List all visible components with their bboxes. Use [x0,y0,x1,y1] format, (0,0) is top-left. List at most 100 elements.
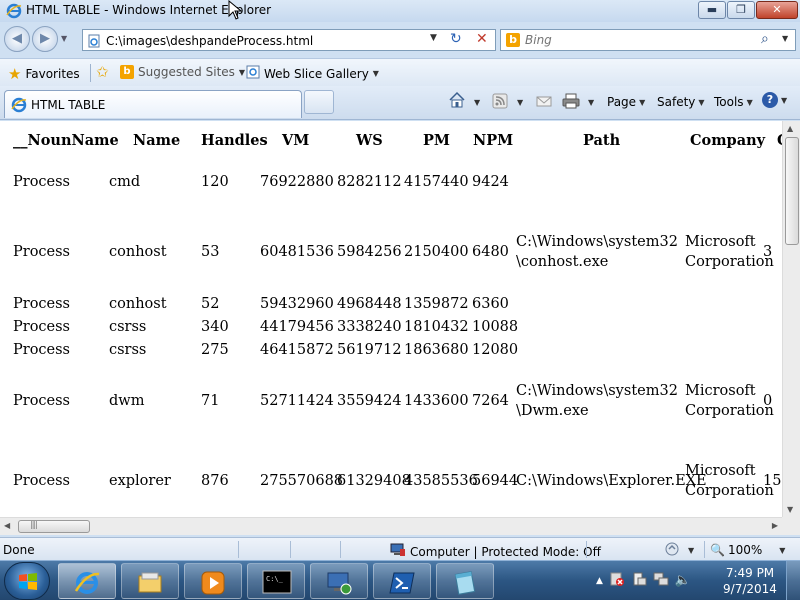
favorites-star-icon: ★ [8,65,22,83]
table-cell: Corporation [685,403,774,419]
refresh-icon[interactable]: ↻ [450,31,462,47]
history-dropdown-icon[interactable]: ▼ [61,34,67,43]
forward-button[interactable]: ▶ [32,26,58,52]
table-header: Handles [201,132,268,149]
url-text[interactable]: C:\images\deshpandeProcess.html [106,34,313,48]
tools-menu[interactable]: Tools ▼ [714,95,753,109]
scroll-up-icon[interactable]: ▲ [787,124,793,133]
search-box[interactable]: b ⌕ ▼ [500,29,796,51]
table-cell: 275570688 [260,473,344,489]
table-header: NPM [473,132,514,149]
taskbar-command-prompt[interactable]: C:\_ [247,563,305,599]
scroll-right-icon[interactable]: ▶ [772,521,778,530]
home-dropdown-icon[interactable]: ▼ [474,98,480,107]
taskbar-clock[interactable]: 7:49 PM 9/7/2014 [720,565,780,597]
table-cell: 3559424 [337,393,402,409]
table-cell: Process [13,244,71,260]
table-cell: \conhost.exe [516,254,609,270]
zoom-icon: 🔍 [710,543,725,557]
taskbar-remote-desktop[interactable] [310,563,368,599]
new-tab-button[interactable] [304,90,334,114]
table-cell: Corporation [685,254,774,270]
status-separator [340,541,341,558]
table-cell: 43585536 [404,473,478,489]
action-center-icon[interactable] [609,571,625,590]
horizontal-scroll-thumb[interactable] [18,520,90,533]
magnifier-icon[interactable]: ⌕ [761,31,769,47]
table-cell: csrss [109,342,147,358]
table-cell: 6360 [472,296,509,312]
taskbar-explorer[interactable] [121,563,179,599]
scroll-left-icon[interactable]: ◀ [4,521,10,530]
taskbar-notepad[interactable] [436,563,494,599]
start-button[interactable] [4,562,50,600]
search-input[interactable] [525,32,755,48]
search-dropdown-icon[interactable]: ▼ [782,34,788,43]
table-cell: 340 [201,319,229,335]
table-header: Path [583,132,621,149]
stop-icon[interactable]: ✕ [476,31,488,47]
feeds-icon[interactable] [492,93,508,112]
print-dropdown-icon[interactable]: ▼ [588,98,594,107]
volume-icon[interactable]: 🔈 [675,573,691,588]
minimize-button[interactable]: ▬ [698,1,726,19]
address-dropdown-icon[interactable]: ▼ [430,33,437,43]
chevron-down-icon[interactable]: ▼ [688,546,694,555]
print-icon[interactable] [562,93,580,112]
web-slice-icon [246,65,260,82]
network-icon[interactable] [653,571,669,590]
taskbar-internet-explorer[interactable] [58,563,116,599]
add-favorites-icon[interactable]: ✩ [96,63,109,81]
table-cell: 4968448 [337,296,402,312]
show-hidden-icons-icon[interactable]: ▲ [596,576,603,586]
security-zone[interactable]: Computer | Protected Mode: Off [390,543,601,560]
back-button[interactable]: ◀ [4,26,30,52]
system-tray: ▲ 🔈 [596,571,691,590]
address-bar[interactable]: C:\images\deshpandeProcess.html ▼ ↻ ✕ [82,29,496,51]
table-cell: 5619712 [337,342,402,358]
table-cell: 71 [201,393,220,409]
suggested-sites-button[interactable]: b Suggested Sites ▼ [120,65,245,79]
home-icon[interactable] [448,91,466,112]
close-button[interactable]: ✕ [756,1,798,19]
table-cell: 10088 [472,319,519,335]
table-cell: C:\Windows\system32 [516,383,678,399]
horizontal-scrollbar[interactable]: ◀ |||| ▶ [0,517,782,535]
tab-html-table[interactable]: HTML TABLE [4,90,302,118]
page-menu[interactable]: Page ▼ [607,95,645,109]
maximize-button[interactable]: ❐ [727,1,755,19]
table-cell: 52 [201,296,220,312]
table-cell: 60481536 [260,244,334,260]
table-cell: 15. [763,473,782,489]
devices-icon[interactable] [631,571,647,590]
vertical-scroll-thumb[interactable] [785,137,799,245]
show-desktop-button[interactable] [786,561,800,600]
safety-menu-label: Safety [657,95,696,109]
mail-icon[interactable] [536,93,552,112]
mouse-cursor-icon [228,0,243,23]
web-slice-gallery-button[interactable]: Web Slice Gallery ▼ [246,65,379,82]
scrollbar-corner [782,517,800,535]
table-cell: 7264 [472,393,509,409]
safety-menu[interactable]: Safety ▼ [657,95,705,109]
scroll-down-icon[interactable]: ▼ [787,505,793,514]
feeds-dropdown-icon[interactable]: ▼ [517,98,523,107]
zoom-level: 100% [727,543,763,557]
chevron-down-icon: ▼ [746,97,753,107]
taskbar-powershell[interactable] [373,563,431,599]
table-cell: 44179456 [260,319,334,335]
clock-time: 7:49 PM [725,566,775,580]
help-menu[interactable]: ? ▼ [762,92,787,108]
table-cell: Microsoft [685,383,756,399]
favorites-button[interactable]: ★ Favorites [8,65,80,83]
zoom-control[interactable]: 🔍 100% ▼ [710,543,785,557]
computer-icon [390,543,406,560]
svg-text:C:\_: C:\_ [266,575,284,583]
table-cell: dwm [109,393,145,409]
table-cell: Process [13,296,71,312]
vertical-scrollbar[interactable]: ▲ ▼ [782,121,800,517]
status-separator [238,541,239,558]
protected-mode-icon[interactable] [664,541,680,560]
taskbar-media-player[interactable] [184,563,242,599]
favorites-separator [90,64,91,82]
